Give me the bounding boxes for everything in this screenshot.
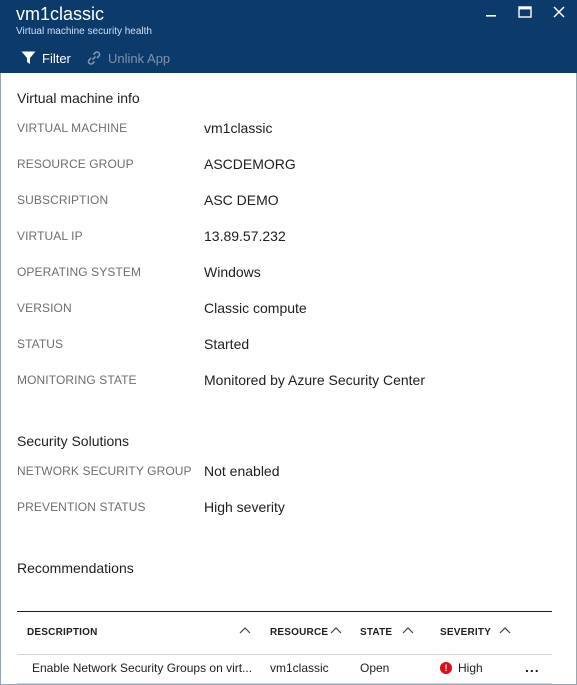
vm-info-value: Monitored by Azure Security Center (204, 372, 425, 388)
security-solution-value: Not enabled (204, 463, 280, 479)
sort-icon[interactable] (239, 625, 251, 635)
minimize-icon (486, 15, 496, 17)
sort-icon[interactable] (330, 625, 342, 635)
grid-header-divider (17, 654, 552, 655)
filter-icon (20, 50, 36, 66)
recommendation-state: Open (360, 661, 390, 675)
vm-info-label: STATUS (17, 337, 64, 351)
column-header-severity[interactable]: SEVERITY (440, 627, 491, 638)
recommendation-description: Enable Network Security Groups on virt..… (32, 661, 253, 675)
vm-info-value: Started (204, 336, 250, 352)
maximize-icon (518, 6, 532, 18)
vm-info-label: RESOURCE GROUP (17, 157, 134, 171)
grid-row-divider (17, 683, 552, 684)
minimize-button[interactable] (480, 3, 502, 21)
close-button[interactable] (548, 3, 570, 21)
more-options-button[interactable]: ... (525, 659, 540, 675)
unlink-app-button[interactable]: Unlink App (86, 48, 170, 68)
vm-info-value: vm1classic (204, 120, 273, 136)
close-icon (553, 6, 565, 18)
security-solutions-title: Security Solutions (17, 433, 130, 449)
sort-icon[interactable] (499, 625, 511, 635)
column-header-resource[interactable]: RESOURCE (270, 627, 328, 638)
recommendations-title: Recommendations (17, 560, 134, 576)
recommendation-severity: ! High (440, 661, 483, 675)
vm-info-label: OPERATING SYSTEM (17, 265, 142, 279)
vm-info-value: 13.89.57.232 (204, 228, 286, 244)
recommendation-resource: vm1classic (270, 661, 329, 675)
security-solution-label: NETWORK SECURITY GROUP (17, 464, 192, 478)
vm-info-label: VIRTUAL IP (17, 229, 83, 243)
severity-label: High (458, 661, 483, 675)
security-solution-label: PREVENTION STATUS (17, 500, 146, 514)
vm-info-label: VERSION (17, 301, 72, 315)
vm-info-value: Windows (204, 264, 261, 280)
blade-header: vm1classic Virtual machine security heal… (0, 0, 577, 73)
column-header-state[interactable]: STATE (360, 627, 392, 638)
grid-top-border (17, 611, 552, 612)
filter-button[interactable]: Filter (20, 48, 71, 68)
blade-subtitle: Virtual machine security health (16, 26, 152, 37)
vm-info-label: SUBSCRIPTION (17, 193, 109, 207)
vm-info-value: ASCDEMORG (204, 156, 296, 172)
vm-info-value: Classic compute (204, 300, 307, 316)
filter-label: Filter (42, 50, 71, 66)
vm-info-label: VIRTUAL MACHINE (17, 121, 128, 135)
unlink-app-label: Unlink App (108, 50, 171, 66)
vm-info-value: ASC DEMO (204, 192, 279, 208)
sort-icon[interactable] (402, 625, 414, 635)
vm-info-label: MONITORING STATE (17, 373, 137, 387)
maximize-button[interactable] (514, 3, 536, 21)
blade-title: vm1classic (16, 4, 105, 24)
column-header-description[interactable]: DESCRIPTION (27, 627, 98, 638)
security-solution-value: High severity (204, 499, 285, 515)
error-icon: ! (440, 662, 452, 674)
link-icon (86, 50, 102, 66)
vm-info-title: Virtual machine info (17, 90, 140, 106)
